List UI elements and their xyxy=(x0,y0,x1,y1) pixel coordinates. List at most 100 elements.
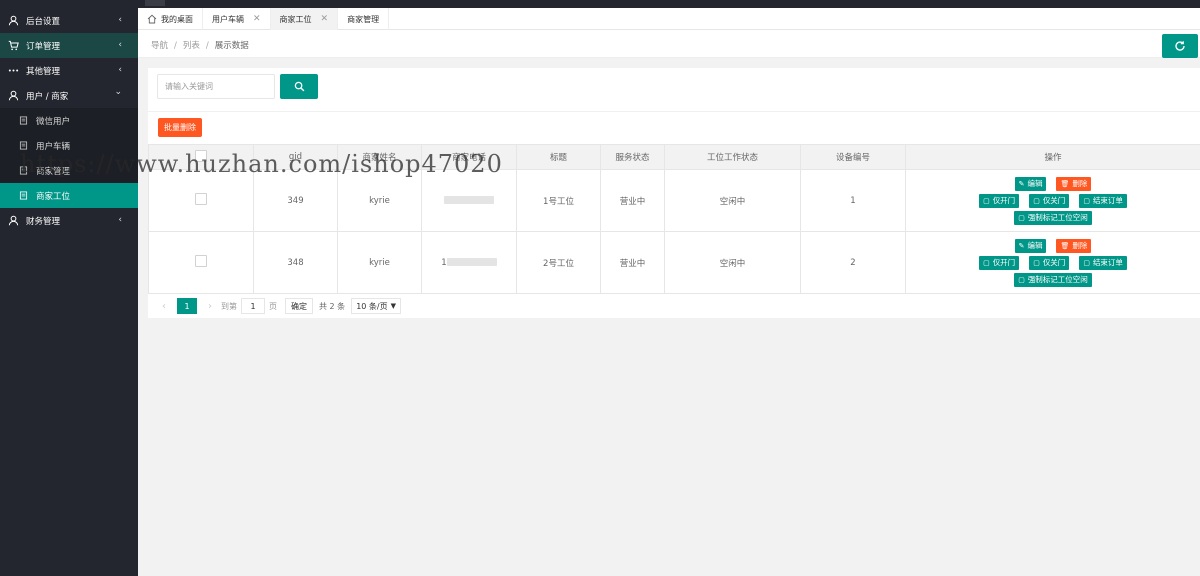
doc-icon xyxy=(18,190,29,201)
tab-merchant-management[interactable]: 商家管理 xyxy=(338,8,390,30)
sidebar-item-wechat-users[interactable]: 微信用户 xyxy=(0,108,138,133)
tab-label: 用户车辆 xyxy=(212,14,244,24)
delete-button[interactable]: 🗑 删除 xyxy=(1056,238,1092,253)
tab-label: 商家管理 xyxy=(347,14,380,24)
sidebar-item-label: 财务管理 xyxy=(26,216,61,227)
home-icon xyxy=(147,14,157,24)
page-size-select[interactable]: 10 条/页 ▼ xyxy=(351,298,401,314)
user-icon xyxy=(8,15,19,26)
row-checkbox[interactable] xyxy=(195,255,207,267)
tab-label: 商家工位 xyxy=(279,14,312,24)
search-icon xyxy=(294,81,304,92)
redacted-phone xyxy=(446,258,497,266)
user-icon xyxy=(8,215,19,226)
top-bar-button[interactable] xyxy=(145,0,165,6)
force-idle-button[interactable]: ▢ 强制标记工位空闲 xyxy=(1014,210,1092,225)
sidebar-item-finance[interactable]: 财务管理 ‹ xyxy=(0,208,138,233)
end-order-button[interactable]: ▢ 结束订单 xyxy=(1079,255,1127,270)
tab-merchant-stations[interactable]: 商家工位 ✕ xyxy=(270,8,339,30)
sidebar-item-merchant-stations[interactable]: 商家工位 xyxy=(0,183,138,208)
goto-label: 到第 xyxy=(221,301,237,311)
chevron-left-icon: ‹ xyxy=(118,65,122,75)
goto-confirm-button[interactable]: 确定 xyxy=(285,298,313,314)
pencil-icon: ✎ xyxy=(1018,179,1025,188)
chevron-right-icon[interactable]: › xyxy=(203,301,217,312)
table-row: 349 kyrie 1号工位 营业中 空闲中 1 ✎编辑 🗑删除 ▢仅开门 xyxy=(148,169,1200,232)
batch-delete-button[interactable]: 批量删除 xyxy=(158,118,202,137)
column-header: 标题 xyxy=(516,144,601,170)
select-all-checkbox[interactable] xyxy=(195,149,207,162)
column-header: 商家姓名 xyxy=(337,144,422,170)
close-icon[interactable]: ✕ xyxy=(321,14,329,24)
sidebar-item-other[interactable]: 其他管理 ‹ xyxy=(0,58,138,83)
cell-title: 1号工位 xyxy=(516,169,601,232)
chevron-left-icon[interactable]: ‹ xyxy=(157,301,171,312)
page-current[interactable]: 1 xyxy=(177,298,197,314)
note-icon: ▢ xyxy=(983,258,990,267)
cell-title: 2号工位 xyxy=(516,231,601,294)
column-header: 工位工作状态 xyxy=(664,144,801,170)
page-input[interactable] xyxy=(241,298,265,314)
end-order-button[interactable]: ▢ 结束订单 xyxy=(1079,193,1127,208)
sidebar-item-label: 商家工位 xyxy=(36,191,71,202)
sidebar-item-label: 微信用户 xyxy=(36,116,71,127)
refresh-button[interactable] xyxy=(1162,34,1198,58)
note-icon: ▢ xyxy=(1018,213,1025,222)
note-icon: ▢ xyxy=(1033,258,1040,267)
cell-service-status: 营业中 xyxy=(600,231,665,294)
sidebar-item-backend-settings[interactable]: 后台设置 ‹ xyxy=(0,8,138,33)
column-header: 服务状态 xyxy=(600,144,665,170)
sidebar-item-label: 用户 / 商家 xyxy=(26,91,69,102)
close-door-button[interactable]: ▢ 仅关门 xyxy=(1029,255,1070,270)
chevron-left-icon: ‹ xyxy=(118,15,122,25)
refresh-icon xyxy=(1175,41,1185,51)
user-icon xyxy=(8,90,19,101)
open-door-button[interactable]: ▢ 仅开门 xyxy=(979,193,1020,208)
cell-ops: ✎ 编辑 🗑 删除 ▢ 仅开门 ▢ 仅关门 ▢ 结束订单 ▢ 强制标记工位空闲 xyxy=(905,231,1200,294)
sidebar-item-label: 其他管理 xyxy=(26,66,61,77)
doc-icon xyxy=(18,165,29,176)
cell-service-status: 营业中 xyxy=(600,169,665,232)
breadcrumb-list[interactable]: 列表 xyxy=(183,41,200,51)
sidebar-item-label: 商家管理 xyxy=(36,166,71,177)
cell-phone: 1 xyxy=(421,231,517,294)
search-input[interactable] xyxy=(157,74,275,99)
close-door-button[interactable]: ▢ 仅关门 xyxy=(1029,193,1070,208)
row-checkbox[interactable] xyxy=(195,193,207,205)
sidebar-item-orders[interactable]: 订单管理 ‹ xyxy=(0,33,138,58)
edit-button[interactable]: ✎ 编辑 xyxy=(1014,238,1047,253)
cell-gid: 348 xyxy=(253,231,338,294)
sidebar-item-users-merchants[interactable]: 用户 / 商家 ⌄ xyxy=(0,83,138,108)
cell-name: kyrie xyxy=(337,169,422,232)
doc-icon xyxy=(18,115,29,126)
edit-button[interactable]: ✎ 编辑 xyxy=(1014,176,1047,191)
sidebar-item-merchant-management[interactable]: 商家管理 xyxy=(0,158,138,183)
sidebar-item-label: 后台设置 xyxy=(26,16,61,27)
table-header: gid 商家姓名 商家电话 标题 服务状态 工位工作状态 设备编号 操作 xyxy=(148,144,1200,170)
note-icon: ▢ xyxy=(1018,275,1025,284)
sidebar-item-label: 订单管理 xyxy=(26,41,61,52)
note-icon: ▢ xyxy=(1033,196,1040,205)
note-icon: ▢ xyxy=(1083,196,1090,205)
chevron-down-icon: ⌄ xyxy=(114,87,122,97)
cell-gid: 349 xyxy=(253,169,338,232)
trash-icon: 🗑 xyxy=(1060,179,1070,188)
breadcrumb: 导航 / 列表 / 展示数据 xyxy=(151,41,249,51)
sidebar-item-user-vehicles[interactable]: 用户车辆 xyxy=(0,133,138,158)
breadcrumb-nav[interactable]: 导航 xyxy=(151,41,168,51)
redacted-phone xyxy=(444,196,494,204)
chevron-left-icon: ‹ xyxy=(118,40,122,50)
tab-my-desktop[interactable]: 我的桌面 xyxy=(138,8,203,30)
open-door-button[interactable]: ▢ 仅开门 xyxy=(979,255,1020,270)
doc-icon xyxy=(18,140,29,151)
force-idle-button[interactable]: ▢ 强制标记工位空闲 xyxy=(1014,272,1092,287)
cell-device: 1 xyxy=(800,169,906,232)
search-button[interactable] xyxy=(280,74,318,99)
data-table: gid 商家姓名 商家电话 标题 服务状态 工位工作状态 设备编号 操作 349… xyxy=(148,144,1200,294)
top-bar xyxy=(0,0,1200,8)
close-icon[interactable]: ✕ xyxy=(253,14,261,24)
tab-user-vehicles[interactable]: 用户车辆 ✕ xyxy=(203,8,271,30)
pagination: ‹ 1 › 到第 页 确定 共 2 条 10 条/页▼ xyxy=(157,298,401,314)
note-icon: ▢ xyxy=(1083,258,1090,267)
delete-button[interactable]: 🗑 删除 xyxy=(1056,176,1092,191)
